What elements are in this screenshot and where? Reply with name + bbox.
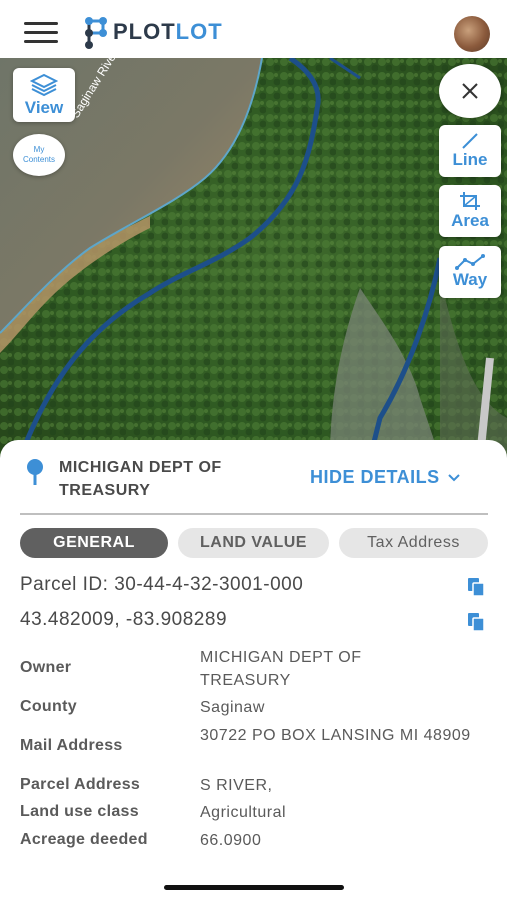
panel-divider bbox=[20, 513, 488, 515]
mail-address-label: Mail Address bbox=[20, 737, 123, 754]
logo-text: PLOTLOT bbox=[113, 19, 223, 45]
owner-label: Owner bbox=[20, 659, 72, 676]
line-tool-button[interactable]: Line bbox=[439, 125, 501, 177]
chevron-down-icon bbox=[447, 473, 460, 481]
crop-area-icon bbox=[460, 192, 480, 210]
logo-mark-icon bbox=[85, 17, 107, 49]
way-tool-button[interactable]: Way bbox=[439, 246, 501, 298]
parcel-id: Parcel ID: 30-44-4-32-3001-000 bbox=[20, 574, 304, 595]
mail-address-value: 30722 PO BOX LANSING MI 48909 bbox=[200, 727, 471, 744]
line-tool-label: Line bbox=[452, 150, 488, 169]
way-tool-label: Way bbox=[452, 270, 488, 289]
satellite-map[interactable]: Saginaw River bbox=[0, 58, 507, 458]
user-avatar[interactable] bbox=[454, 16, 490, 52]
hide-details-label: HIDE DETAILS bbox=[310, 467, 440, 487]
parcel-owner-title: MICHIGAN DEPT OF TREASURY bbox=[59, 459, 222, 499]
top-bar: PLOTLOT bbox=[0, 0, 507, 60]
logo-text-lot: LOT bbox=[175, 19, 223, 44]
acreage-deeded-value: 66.0900 bbox=[200, 832, 262, 849]
land-use-class-value: Agricultural bbox=[200, 804, 287, 821]
parcel-address-label: Parcel Address bbox=[20, 776, 141, 793]
area-tool-button[interactable]: Area bbox=[439, 185, 501, 237]
county-label: County bbox=[20, 698, 77, 715]
county-value: Saginaw bbox=[200, 699, 265, 716]
polyline-icon bbox=[455, 254, 485, 270]
tab-land-value[interactable]: LAND VALUE bbox=[178, 528, 329, 558]
logo-text-plot: PLOT bbox=[113, 19, 176, 44]
my-contents-label-line1: My bbox=[33, 145, 45, 154]
app-logo: PLOTLOT bbox=[83, 14, 223, 50]
hamburger-icon[interactable] bbox=[24, 22, 58, 44]
parcel-details-panel: MICHIGAN DEPT OF TREASURY HIDE DETAILS G… bbox=[0, 440, 507, 900]
land-use-class-label: Land use class bbox=[20, 803, 139, 820]
view-button[interactable]: View bbox=[13, 68, 75, 122]
tab-tax-address[interactable]: Tax Address bbox=[339, 528, 488, 558]
parcel-address-value: S RIVER, bbox=[200, 777, 273, 794]
view-button-label: View bbox=[24, 97, 64, 117]
home-indicator[interactable] bbox=[164, 885, 344, 890]
line-tool-icon bbox=[462, 133, 478, 149]
close-icon bbox=[462, 83, 478, 99]
location-pin-icon bbox=[27, 459, 43, 485]
parcel-coordinates: 43.482009, -83.908289 bbox=[20, 609, 228, 630]
tab-general[interactable]: GENERAL bbox=[20, 528, 168, 558]
acreage-deeded-label: Acreage deeded bbox=[20, 831, 148, 848]
my-contents-label-line2: Contents bbox=[22, 155, 56, 164]
copy-icon[interactable] bbox=[467, 612, 485, 632]
layers-icon bbox=[30, 73, 58, 96]
close-button[interactable] bbox=[439, 64, 501, 118]
owner-value: MICHIGAN DEPT OF TREASURY bbox=[200, 649, 362, 689]
hide-details-button[interactable]: HIDE DETAILS bbox=[310, 467, 460, 488]
copy-icon[interactable] bbox=[467, 577, 485, 597]
my-contents-button[interactable]: My Contents bbox=[13, 134, 65, 176]
area-tool-label: Area bbox=[451, 211, 489, 230]
